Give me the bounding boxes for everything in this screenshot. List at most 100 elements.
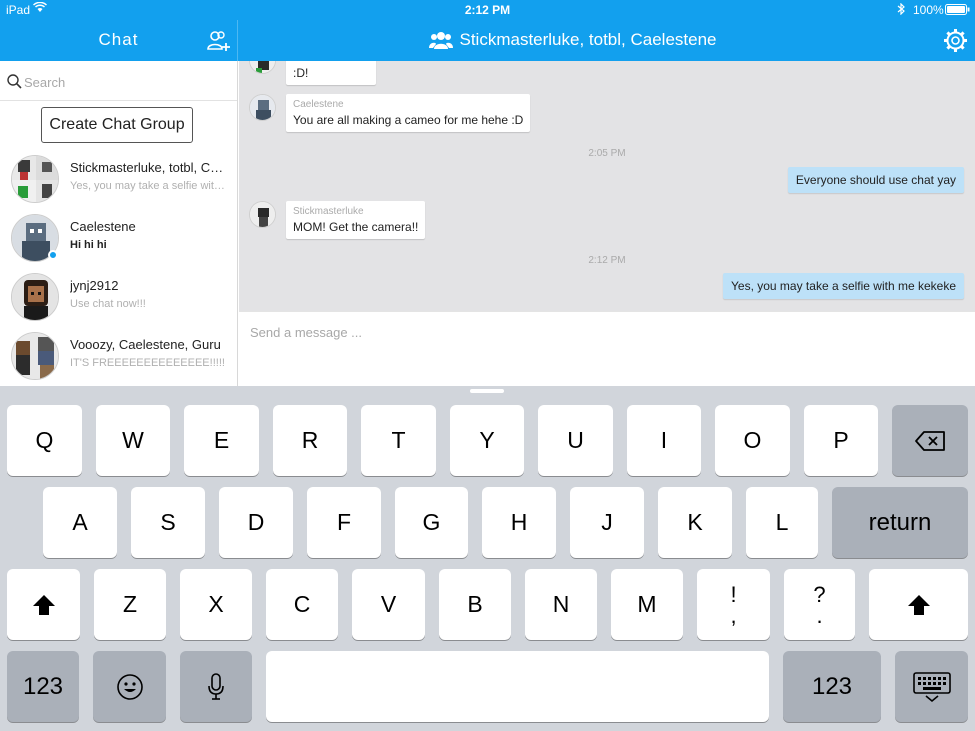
search-icon <box>7 74 22 89</box>
bluetooth-icon <box>897 3 905 15</box>
key-exclamation-comma[interactable]: ! , <box>697 569 770 640</box>
message-text: :D! <box>293 66 309 80</box>
conversation-name: jynj2912 <box>70 278 119 293</box>
conversation-name: Stickmasterluke, totbl, Caelestene <box>70 160 230 175</box>
conversation-item[interactable]: Vooozy, Caelestene, Guru IT'S FREEEEEEEE… <box>0 330 237 386</box>
key-q[interactable]: Q <box>7 405 82 476</box>
search-input[interactable] <box>24 71 224 93</box>
key-r[interactable]: R <box>273 405 347 476</box>
key-l[interactable]: L <box>746 487 818 558</box>
key-a[interactable]: A <box>43 487 117 558</box>
app-header: iPad 2:12 PM 100% Chat Stickmasterluke, … <box>0 0 975 61</box>
onscreen-keyboard: Q W E R T Y U I O P A S D F G H J K L re… <box>0 386 975 731</box>
message-timestamp: 2:12 PM <box>588 255 626 266</box>
message-text: You are all making a cameo for me hehe :… <box>293 113 524 127</box>
conversation-name: Vooozy, Caelestene, Guru <box>70 337 221 352</box>
status-time: 2:12 PM <box>464 3 511 17</box>
numbers-key-right[interactable]: 123 <box>783 651 881 722</box>
conversation-preview: Hi hi hi <box>70 239 107 251</box>
shift-icon <box>907 594 930 615</box>
key-j[interactable]: J <box>570 487 644 558</box>
sidebar-title: Chat <box>98 30 139 49</box>
sender-avatar <box>249 61 276 74</box>
group-avatar <box>11 332 59 380</box>
conversation-title-bar: Stickmasterluke, totbl, Caelestene <box>238 30 908 50</box>
key-v[interactable]: V <box>352 569 425 640</box>
key-s[interactable]: S <box>131 487 205 558</box>
message-bubble-outgoing: Yes, you may take a selfie with me kekek… <box>723 273 964 299</box>
shift-icon <box>32 594 55 615</box>
create-chat-group-button[interactable]: Create Chat Group <box>41 107 193 143</box>
message-input[interactable] <box>250 322 950 342</box>
conversation-preview: Use chat now!!! <box>70 298 146 310</box>
gear-icon[interactable] <box>943 28 968 53</box>
key-c[interactable]: C <box>266 569 338 640</box>
key-w[interactable]: W <box>96 405 170 476</box>
key-z[interactable]: Z <box>94 569 166 640</box>
key-b[interactable]: B <box>439 569 511 640</box>
key-o[interactable]: O <box>715 405 790 476</box>
sender-avatar <box>249 94 276 121</box>
message-list[interactable]: :D! Caelestene You are all making a came… <box>239 61 975 311</box>
key-m[interactable]: M <box>611 569 683 640</box>
shift-key-left[interactable] <box>7 569 80 640</box>
battery-icon <box>945 4 970 15</box>
emoji-icon <box>116 673 143 700</box>
key-secondary-char: , <box>730 602 737 628</box>
message-bubble-outgoing: Everyone should use chat yay <box>787 167 964 193</box>
key-t[interactable]: T <box>361 405 436 476</box>
key-x[interactable]: X <box>180 569 252 640</box>
key-h[interactable]: H <box>482 487 556 558</box>
space-key[interactable] <box>266 651 769 722</box>
key-y[interactable]: Y <box>450 405 524 476</box>
sender-avatar <box>249 201 276 228</box>
key-k[interactable]: K <box>658 487 732 558</box>
keyboard-handle[interactable] <box>470 389 504 393</box>
key-f[interactable]: F <box>307 487 381 558</box>
user-avatar <box>11 273 59 321</box>
battery-percent: 100% <box>913 3 944 17</box>
message-text: MOM! Get the camera!! <box>293 220 419 234</box>
status-bar: iPad 2:12 PM 100% <box>0 0 975 20</box>
message-bubble-incoming: Caelestene You are all making a cameo fo… <box>286 94 531 132</box>
key-secondary-char: . <box>816 602 823 628</box>
message-timestamp: 2:05 PM <box>588 148 626 159</box>
conversation-title: Stickmasterluke, totbl, Caelestene <box>459 30 717 49</box>
conversation-sidebar: Create Chat Group Stickmasterluke, totbl… <box>0 61 238 386</box>
key-p[interactable]: P <box>804 405 878 476</box>
message-composer <box>239 311 975 386</box>
unread-indicator <box>48 250 58 260</box>
conversation-item[interactable]: Caelestene Hi hi hi <box>0 212 237 271</box>
key-d[interactable]: D <box>219 487 293 558</box>
message-bubble-incoming: :D! <box>286 61 376 85</box>
conversation-preview: Yes, you may take a selfie with me kekek… <box>70 180 230 192</box>
backspace-key[interactable] <box>892 405 968 476</box>
search-bar <box>0 61 237 101</box>
group-icon <box>429 32 454 49</box>
hide-keyboard-key[interactable] <box>895 651 968 722</box>
hide-keyboard-icon <box>912 671 951 702</box>
key-n[interactable]: N <box>525 569 597 640</box>
message-sender: Stickmasterluke <box>293 206 364 217</box>
key-g[interactable]: G <box>395 487 468 558</box>
group-avatar <box>11 155 59 203</box>
message-sender: Caelestene <box>293 99 344 110</box>
shift-key-right[interactable] <box>869 569 968 640</box>
conversation-name: Caelestene <box>70 219 136 234</box>
key-question-period[interactable]: ? . <box>784 569 855 640</box>
key-e[interactable]: E <box>184 405 259 476</box>
dictation-key[interactable] <box>180 651 252 722</box>
key-primary-char: ! <box>730 581 737 607</box>
return-key[interactable]: return <box>832 487 968 558</box>
conversation-item[interactable]: Stickmasterluke, totbl, Caelestene Yes, … <box>0 153 237 212</box>
key-i[interactable]: I <box>627 405 701 476</box>
conversation-preview: IT'S FREEEEEEEEEEEEEE!!!!! <box>70 357 225 369</box>
message-bubble-incoming: Stickmasterluke MOM! Get the camera!! <box>286 201 426 239</box>
numbers-key-left[interactable]: 123 <box>7 651 79 722</box>
add-group-icon[interactable] <box>206 29 232 53</box>
emoji-key[interactable] <box>93 651 166 722</box>
conversation-item[interactable]: jynj2912 Use chat now!!! <box>0 271 237 330</box>
microphone-icon <box>208 672 224 700</box>
backspace-icon <box>915 430 945 451</box>
key-u[interactable]: U <box>538 405 613 476</box>
